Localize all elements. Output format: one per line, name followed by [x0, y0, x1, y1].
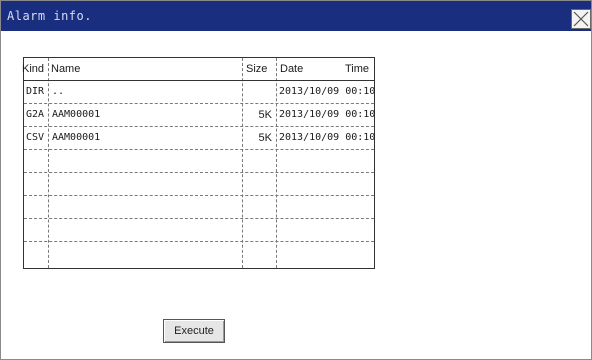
- row-name: AAM00001: [52, 132, 101, 143]
- row-name: AAM00001: [52, 109, 101, 120]
- row-divider: [24, 172, 374, 173]
- row-kind: CSV: [26, 132, 45, 143]
- row-size: 5K: [258, 109, 272, 121]
- title-bar: Alarm info.: [1, 1, 591, 31]
- window-title: Alarm info.: [7, 9, 92, 23]
- row-kind: G2A: [26, 109, 45, 120]
- row-divider: [24, 103, 374, 104]
- row-divider: [24, 218, 374, 219]
- header-date: Date: [280, 63, 304, 75]
- row-size: 5K: [258, 132, 272, 144]
- row-divider: [24, 126, 374, 127]
- row-datetime: 2013/10/09 00:10: [279, 109, 376, 120]
- header-time: Time: [345, 63, 370, 75]
- close-button[interactable]: [571, 9, 591, 29]
- row-datetime: 2013/10/09 00:10: [279, 86, 376, 97]
- column-divider: [276, 58, 277, 268]
- execute-button[interactable]: Execute: [163, 319, 225, 343]
- close-icon: [573, 11, 589, 27]
- row-name: ..: [52, 86, 65, 97]
- column-divider: [48, 58, 49, 268]
- header-name: Name: [51, 63, 81, 75]
- row-datetime: 2013/10/09 00:10: [279, 132, 376, 143]
- alarm-info-window: Alarm info. Kind Name Size Date Time DIR…: [0, 0, 592, 360]
- row-divider: [24, 149, 374, 150]
- column-divider: [242, 58, 243, 268]
- row-divider: [24, 241, 374, 242]
- header-divider: [24, 80, 374, 81]
- row-divider: [24, 195, 374, 196]
- header-size: Size: [246, 63, 268, 75]
- header-kind: Kind: [22, 63, 45, 75]
- row-kind: DIR: [26, 86, 45, 97]
- file-list-table: Kind Name Size Date Time DIR .. 2013/10/…: [22, 57, 376, 269]
